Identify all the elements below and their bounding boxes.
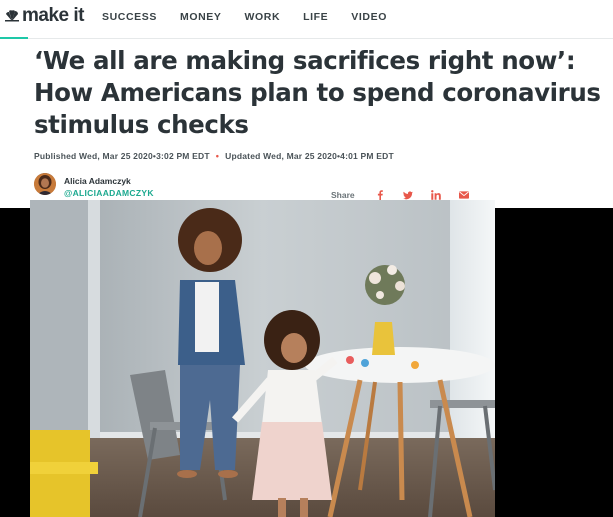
author-avatar[interactable] [34,173,56,195]
email-icon[interactable] [458,190,469,200]
nav-item-work[interactable]: WORK [244,11,280,23]
twitter-icon[interactable] [402,190,413,200]
hero-image-mother-daughter-playing [30,200,495,517]
article-timestamps: Published Wed, Mar 25 2020•3:02 PM EDT •… [34,151,394,161]
linkedin-icon[interactable] [430,190,441,200]
logo-text: make it [22,5,84,26]
nav-accent-bar [0,37,28,39]
nav-item-video[interactable]: VIDEO [351,11,387,23]
updated-time: Updated Wed, Mar 25 2020•4:01 PM EDT [225,151,394,161]
top-nav: make it SUCCESS MONEY WORK LIFE VIDEO [0,0,613,38]
nav-item-money[interactable]: MONEY [180,11,222,23]
nav-item-success[interactable]: SUCCESS [102,11,157,23]
published-time: Published Wed, Mar 25 2020•3:02 PM EDT [34,151,210,161]
article-headline: ‘We all are making sacrifices right now’… [34,46,601,139]
share-label: Share [331,190,355,200]
facebook-icon[interactable] [375,190,385,200]
peacock-logo-icon [4,10,20,22]
author-twitter-handle[interactable]: @ALICIAADAMCZYK [64,188,154,198]
nav-divider [0,38,613,39]
nav-menu: SUCCESS MONEY WORK LIFE VIDEO [102,11,410,23]
nav-item-life[interactable]: LIFE [303,11,328,23]
author-name[interactable]: Alicia Adamczyk [64,176,131,186]
make-it-logo[interactable]: make it [4,5,84,27]
separator-dot: • [215,151,220,161]
share-bar: Share [331,190,487,200]
